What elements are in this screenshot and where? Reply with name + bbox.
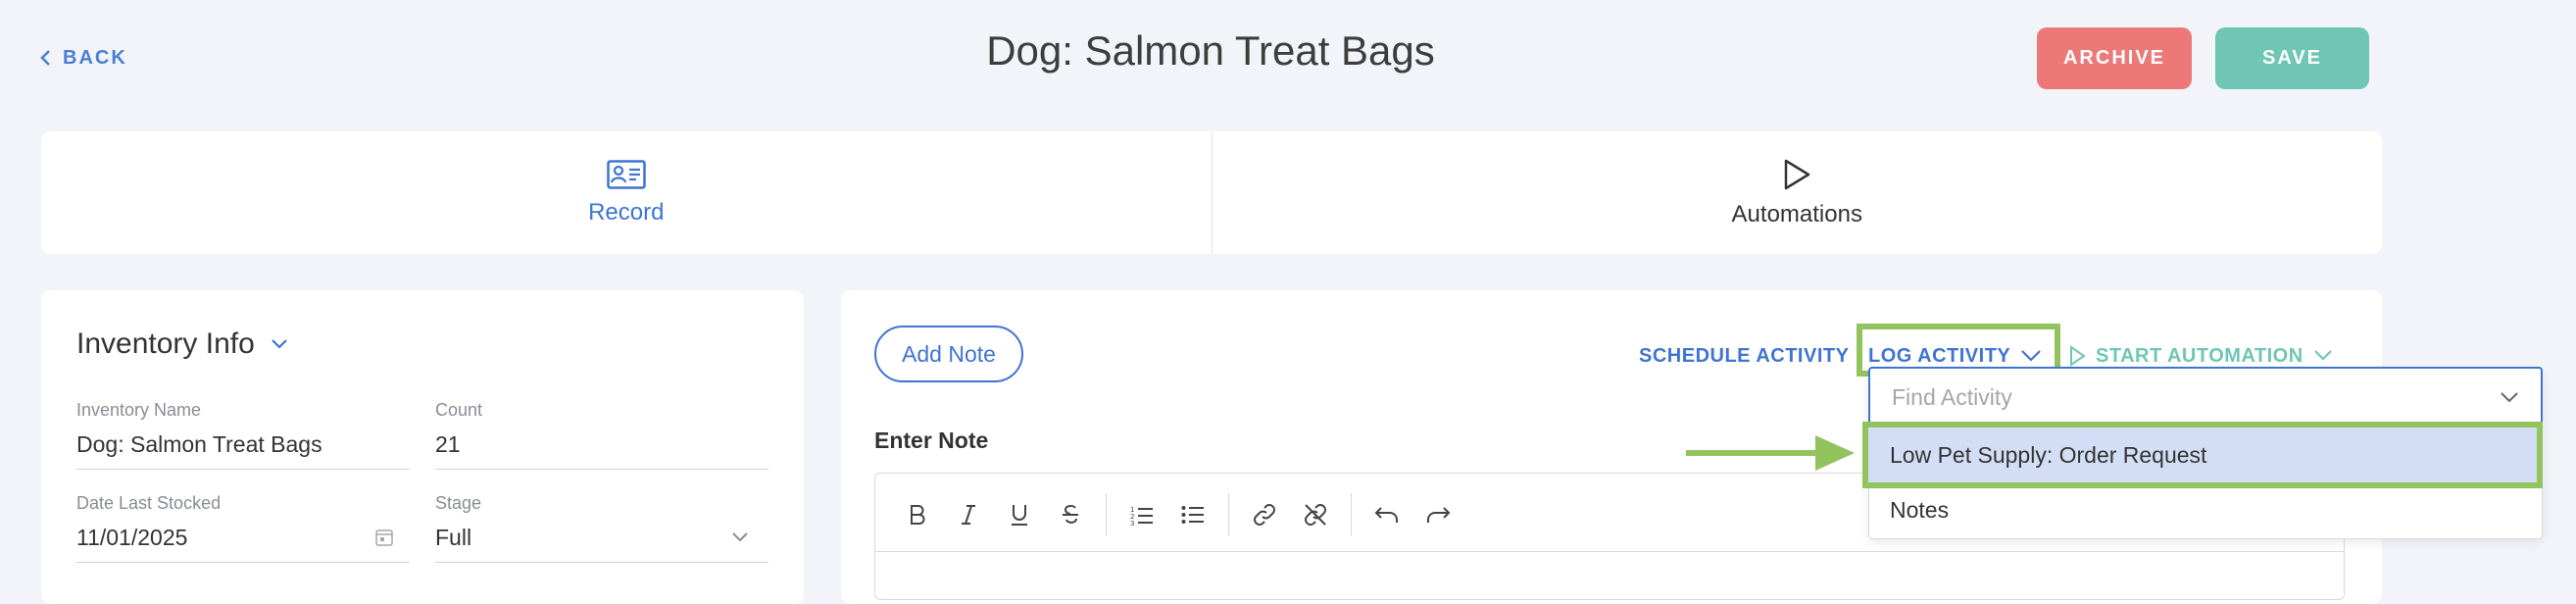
find-activity-input[interactable]: Find Activity: [1868, 367, 2543, 428]
id-card-icon: [607, 159, 646, 189]
date-last-stocked-label: Date Last Stocked: [76, 493, 222, 513]
unlink-button[interactable]: [1290, 490, 1341, 539]
inventory-name-label: Inventory Name: [76, 400, 202, 420]
dropdown-option-notes[interactable]: Notes: [1868, 482, 2543, 537]
tab-record[interactable]: Record: [41, 131, 1212, 254]
toolbar-separator: [1106, 493, 1107, 536]
chevron-down-icon: [2021, 350, 2042, 362]
undo-button[interactable]: [1362, 490, 1412, 539]
chevron-down-icon: [2313, 350, 2332, 361]
svg-text:3: 3: [1130, 520, 1134, 526]
date-underline: [76, 562, 410, 563]
unlink-icon: [1305, 504, 1326, 526]
stage-select[interactable]: Full: [435, 525, 471, 551]
redo-button[interactable]: [1412, 490, 1463, 539]
inventory-section-toggle[interactable]: Inventory Info: [76, 327, 288, 361]
stage-chevron-down-icon[interactable]: [731, 531, 749, 543]
inventory-name-field[interactable]: Dog: Salmon Treat Bags: [76, 431, 322, 458]
bullet-list-icon: [1181, 506, 1204, 524]
tab-record-label: Record: [588, 198, 665, 226]
save-button[interactable]: SAVE: [2215, 27, 2369, 89]
redo-icon: [1427, 507, 1451, 523]
play-icon: [2070, 345, 2086, 367]
find-activity-placeholder: Find Activity: [1892, 383, 2012, 410]
toolbar-separator: [1228, 493, 1229, 536]
stage-label: Stage: [435, 493, 482, 513]
calendar-icon[interactable]: [374, 528, 394, 547]
bold-button[interactable]: [892, 490, 943, 539]
tab-bar: Record Automations: [41, 131, 2382, 254]
bullet-list-button[interactable]: [1167, 490, 1218, 539]
editor-divider: [874, 551, 2345, 552]
underline-icon: [1012, 505, 1027, 526]
inventory-name-underline: [76, 469, 410, 470]
editor-toolbar: 123: [892, 490, 1463, 539]
ordered-list-icon: 123: [1130, 506, 1153, 526]
strikethrough-icon: [1063, 504, 1078, 524]
undo-icon: [1374, 507, 1398, 523]
underline-button[interactable]: [994, 490, 1045, 539]
archive-button[interactable]: ARCHIVE: [2037, 27, 2192, 89]
link-button[interactable]: [1239, 490, 1290, 539]
option-highlight: [1862, 422, 2543, 488]
enter-note-label: Enter Note: [874, 428, 989, 453]
italic-icon: [962, 505, 975, 525]
count-label: Count: [435, 400, 483, 420]
link-icon: [1254, 504, 1275, 526]
count-underline: [435, 469, 768, 470]
chevron-down-icon: [272, 339, 287, 349]
stage-underline: [435, 562, 768, 563]
start-automation-label: START AUTOMATION: [2096, 344, 2304, 367]
bold-icon: [911, 505, 925, 525]
add-note-button[interactable]: Add Note: [874, 326, 1023, 382]
tab-automations[interactable]: Automations: [1211, 131, 2383, 254]
play-icon: [1785, 159, 1810, 189]
date-last-stocked-field[interactable]: 11/01/2025: [76, 525, 187, 551]
log-activity-label: LOG ACTIVITY: [1868, 344, 2011, 367]
strikethrough-button[interactable]: [1045, 490, 1096, 539]
schedule-activity-label: SCHEDULE ACTIVITY: [1639, 344, 1850, 367]
schedule-activity-button[interactable]: SCHEDULE ACTIVITY: [1639, 341, 1849, 371]
ordered-list-button[interactable]: 123: [1116, 490, 1167, 539]
inventory-title: Inventory Info: [76, 327, 255, 360]
count-field[interactable]: 21: [435, 431, 461, 458]
toolbar-separator: [1351, 493, 1352, 536]
chevron-down-icon: [2501, 392, 2518, 403]
arrow-right-icon: [1686, 435, 1855, 471]
italic-button[interactable]: [943, 490, 994, 539]
tab-automations-label: Automations: [1731, 200, 1862, 227]
